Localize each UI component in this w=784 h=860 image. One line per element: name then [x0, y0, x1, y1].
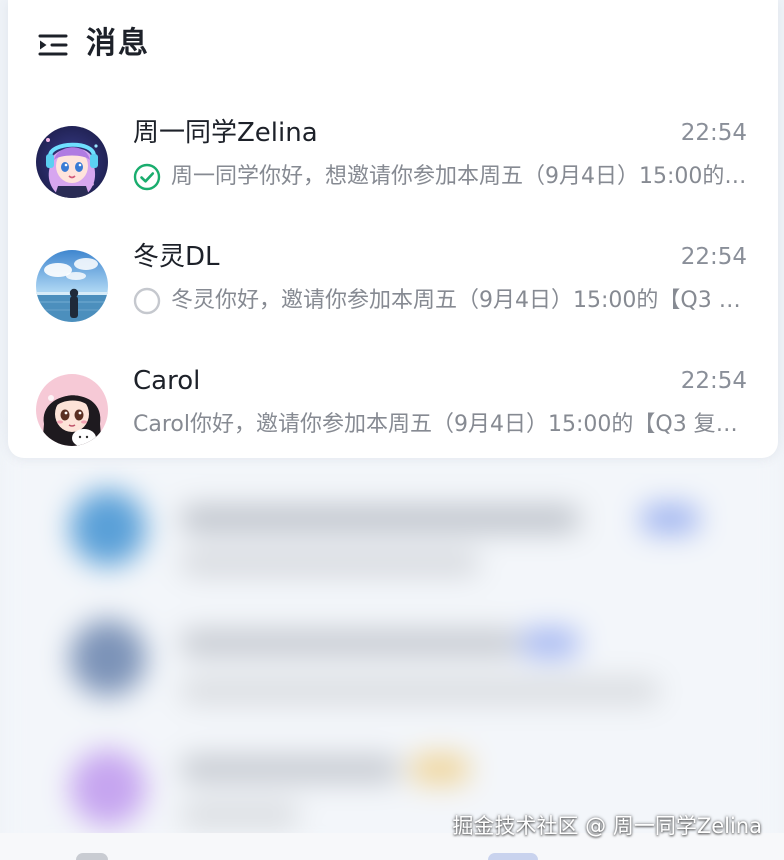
page-title: 消息 [86, 26, 150, 61]
avatar [36, 374, 108, 446]
message-preview: 周一同学你好，想邀请你参加本周五（9月4日）15:00的【Q3 复盘会议】 [171, 164, 747, 189]
message-panel: 消息 周一同学Zelina 22:54 周一同学你好，想邀请你参加本周五（9月4… [8, 0, 778, 458]
blurred-list-item [40, 470, 760, 576]
conversation-item[interactable]: Carol 22:54 Carol你好，邀请你参加本周五（9月4日）15:00的… [8, 348, 778, 472]
conversation-item[interactable]: 冬灵DL 22:54 冬灵你好，邀请你参加本周五（9月4日）15:00的【Q3 … [8, 224, 778, 348]
message-preview: 冬灵你好，邀请你参加本周五（9月4日）15:00的【Q3 复盘会议】 [171, 288, 747, 313]
message-preview: Carol你好，邀请你参加本周五（9月4日）15:00的【Q3 复盘会议】 [133, 412, 747, 437]
conversation-item[interactable]: 周一同学Zelina 22:54 周一同学你好，想邀请你参加本周五（9月4日）1… [8, 100, 778, 224]
panel-header: 消息 [8, 0, 778, 92]
avatar [36, 126, 108, 198]
message-time: 22:54 [680, 244, 747, 270]
tab-indicator [488, 853, 538, 860]
menu-collapse-icon[interactable] [38, 30, 68, 60]
message-time: 22:54 [680, 120, 747, 146]
watermark: 掘金技术社区 @ 周一同学Zelina [452, 814, 762, 838]
check-circle-icon [133, 163, 161, 191]
tab-indicator [76, 853, 108, 860]
blurred-background-list [0, 440, 784, 860]
message-preview-row: 周一同学你好，想邀请你参加本周五（9月4日）15:00的【Q3 复盘会议】 [133, 160, 747, 194]
empty-circle-icon [133, 287, 161, 315]
contact-name: Carol [133, 366, 201, 396]
message-time: 22:54 [680, 368, 747, 394]
contact-name: 冬灵DL [133, 242, 220, 272]
avatar [36, 250, 108, 322]
contact-name: 周一同学Zelina [133, 118, 318, 148]
message-preview-row: Carol你好，邀请你参加本周五（9月4日）15:00的【Q3 复盘会议】 [133, 408, 747, 442]
messages-screen: 消息 周一同学Zelina 22:54 周一同学你好，想邀请你参加本周五（9月4… [0, 0, 784, 860]
message-preview-row: 冬灵你好，邀请你参加本周五（9月4日）15:00的【Q3 复盘会议】 [133, 284, 747, 318]
blurred-list-item [40, 600, 760, 704]
